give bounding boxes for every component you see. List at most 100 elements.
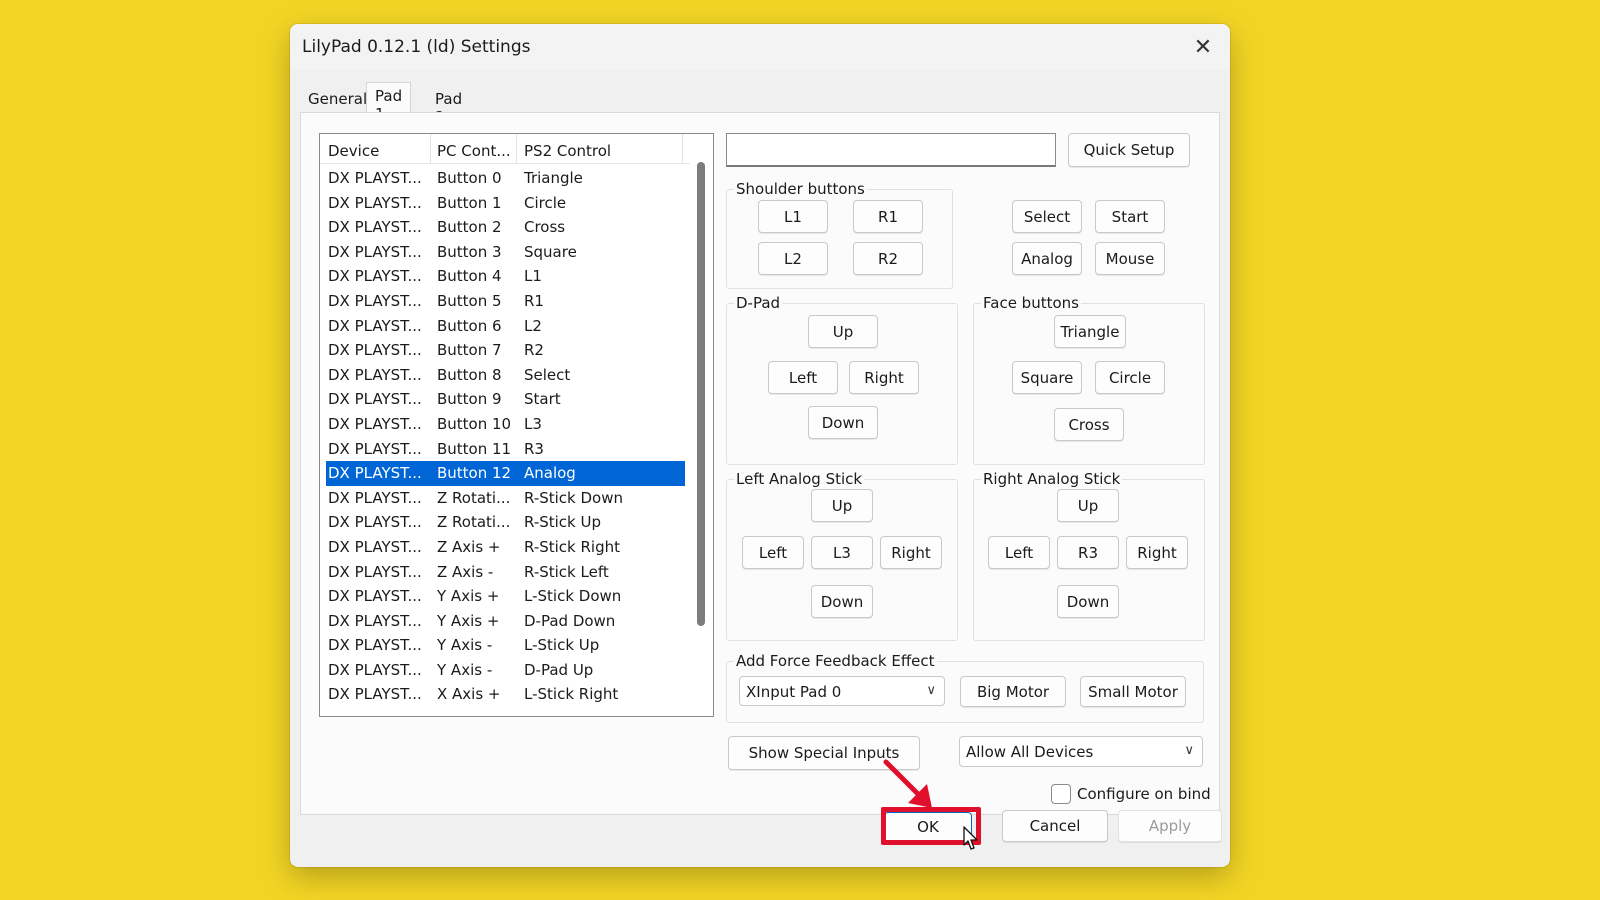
list-scrollbar[interactable] [697, 162, 705, 626]
table-row[interactable]: DX PLAYST... Y Axis - D-Pad Up [326, 658, 685, 683]
table-row[interactable]: DX PLAYST... Z Axis - R-Stick Left [326, 560, 685, 585]
device-filter-dropdown[interactable]: Allow All Devices ∨ [959, 736, 1203, 767]
row-pc-control: Z Axis + [437, 537, 501, 556]
force-feedback-label: Add Force Feedback Effect [734, 652, 937, 670]
row-ps2-control: L-Stick Down [524, 587, 622, 606]
table-row[interactable]: DX PLAYST... Y Axis + L-Stick Down [326, 584, 685, 609]
row-ps2-control: L2 [524, 316, 542, 335]
table-row[interactable]: DX PLAYST... Button 7 R2 [326, 338, 685, 363]
quick-setup-button[interactable]: Quick Setup [1068, 133, 1190, 167]
start-button[interactable]: Start [1095, 200, 1165, 233]
binding-list[interactable]: Device PC Cont... PS2 Control DX PLAYST.… [319, 133, 714, 717]
row-device: DX PLAYST... [328, 562, 422, 581]
face-buttons-label: Face buttons [981, 294, 1081, 312]
left-stick-right-button[interactable]: Right [880, 536, 942, 569]
left-stick-left-button[interactable]: Left [742, 536, 804, 569]
r1-button[interactable]: R1 [853, 200, 923, 233]
dpad-label: D-Pad [734, 294, 783, 312]
l3-button[interactable]: L3 [811, 536, 873, 569]
table-row[interactable]: DX PLAYST... Button 12 Analog [326, 461, 685, 486]
table-row[interactable]: DX PLAYST... Button 1 Circle [326, 191, 685, 216]
dpad-left-button[interactable]: Left [768, 361, 838, 394]
right-stick-right-button[interactable]: Right [1126, 536, 1188, 569]
configure-on-bind-label: Configure on bind [1077, 785, 1211, 803]
row-ps2-control: L3 [524, 414, 542, 433]
row-device: DX PLAYST... [328, 611, 422, 630]
row-ps2-control: Circle [524, 193, 567, 212]
l2-button[interactable]: L2 [758, 242, 828, 275]
cancel-button[interactable]: Cancel [1002, 810, 1108, 842]
table-row[interactable]: DX PLAYST... Button 4 L1 [326, 264, 685, 289]
row-pc-control: Button 0 [437, 169, 502, 187]
close-icon[interactable]: ✕ [1186, 30, 1220, 64]
row-pc-control: Y Axis + [437, 587, 500, 606]
apply-button[interactable]: Apply [1118, 810, 1222, 842]
table-row[interactable]: DX PLAYST... Button 0 Triangle [326, 166, 685, 191]
table-row[interactable]: DX PLAYST... X Axis + L-Stick Right [326, 682, 685, 707]
row-device: DX PLAYST... [328, 390, 422, 409]
square-button[interactable]: Square [1012, 361, 1082, 394]
row-pc-control: Button 8 [437, 365, 502, 384]
row-pc-control: Z Axis - [437, 562, 494, 581]
table-row[interactable]: DX PLAYST... Z Rotati... R-Stick Down [326, 486, 685, 511]
dpad-down-button[interactable]: Down [808, 406, 878, 439]
row-device: DX PLAYST... [328, 341, 422, 360]
table-row[interactable]: DX PLAYST... Button 8 Select [326, 363, 685, 388]
table-row[interactable]: DX PLAYST... Button 9 Start [326, 387, 685, 412]
row-device: DX PLAYST... [328, 587, 422, 606]
row-ps2-control: Cross [524, 218, 566, 237]
row-ps2-control: R3 [524, 439, 544, 458]
table-row[interactable]: DX PLAYST... Y Axis + D-Pad Down [326, 609, 685, 634]
row-ps2-control: Triangle [524, 169, 583, 187]
left-stick-up-button[interactable]: Up [811, 489, 873, 522]
window-title: LilyPad 0.12.1 (ld) Settings [302, 37, 531, 57]
tab-pad-1[interactable]: Pad 1 [366, 82, 412, 123]
mouse-cursor-icon [963, 826, 978, 850]
table-row[interactable]: DX PLAYST... Button 10 L3 [326, 412, 685, 437]
tab-general[interactable]: General [300, 84, 375, 112]
pad-1-panel: Device PC Cont... PS2 Control DX PLAYST.… [300, 112, 1220, 815]
right-stick-down-button[interactable]: Down [1057, 585, 1119, 618]
row-pc-control: Button 2 [437, 218, 502, 237]
force-feedback-device-dropdown[interactable]: XInput Pad 0 ∨ [739, 676, 945, 706]
column-header-device[interactable]: Device [328, 142, 379, 160]
table-row[interactable]: DX PLAYST... Z Axis + R-Stick Right [326, 535, 685, 560]
triangle-button[interactable]: Triangle [1054, 315, 1126, 348]
l1-button[interactable]: L1 [758, 200, 828, 233]
title-bar: LilyPad 0.12.1 (ld) Settings ✕ [290, 24, 1230, 70]
table-row[interactable]: DX PLAYST... Button 6 L2 [326, 314, 685, 339]
configure-on-bind-checkbox[interactable] [1051, 784, 1071, 804]
row-device: DX PLAYST... [328, 537, 422, 556]
table-row[interactable]: DX PLAYST... Button 2 Cross [326, 215, 685, 240]
row-device: DX PLAYST... [328, 660, 422, 679]
small-motor-button[interactable]: Small Motor [1080, 676, 1186, 707]
shoulder-buttons-label: Shoulder buttons [734, 180, 867, 198]
right-stick-up-button[interactable]: Up [1057, 489, 1119, 522]
tab-pad-2[interactable]: Pad 2 [427, 84, 470, 126]
right-stick-left-button[interactable]: Left [988, 536, 1050, 569]
r2-button[interactable]: R2 [853, 242, 923, 275]
r3-button[interactable]: R3 [1057, 536, 1119, 569]
select-button[interactable]: Select [1012, 200, 1082, 233]
row-device: DX PLAYST... [328, 242, 422, 261]
left-stick-down-button[interactable]: Down [811, 585, 873, 618]
dpad-up-button[interactable]: Up [808, 315, 878, 348]
cross-button[interactable]: Cross [1054, 408, 1124, 441]
row-pc-control: Button 1 [437, 193, 502, 212]
table-row[interactable]: DX PLAYST... Button 11 R3 [326, 437, 685, 462]
row-ps2-control: D-Pad Down [524, 611, 616, 630]
column-header-ps2-control[interactable]: PS2 Control [524, 142, 611, 160]
column-header-pc-control[interactable]: PC Cont... [437, 142, 511, 160]
big-motor-button[interactable]: Big Motor [960, 676, 1066, 707]
table-row[interactable]: DX PLAYST... Button 3 Square [326, 240, 685, 265]
analog-button[interactable]: Analog [1012, 242, 1082, 275]
table-row[interactable]: DX PLAYST... Button 5 R1 [326, 289, 685, 314]
table-row[interactable]: DX PLAYST... Z Rotati... R-Stick Up [326, 510, 685, 535]
dpad-right-button[interactable]: Right [849, 361, 919, 394]
table-row[interactable]: DX PLAYST... Y Axis - L-Stick Up [326, 633, 685, 658]
settings-dialog: LilyPad 0.12.1 (ld) Settings ✕ General P… [290, 24, 1230, 867]
chevron-down-icon: ∨ [926, 683, 936, 698]
circle-button[interactable]: Circle [1095, 361, 1165, 394]
binding-text-field[interactable] [726, 133, 1056, 167]
mouse-button[interactable]: Mouse [1095, 242, 1165, 275]
